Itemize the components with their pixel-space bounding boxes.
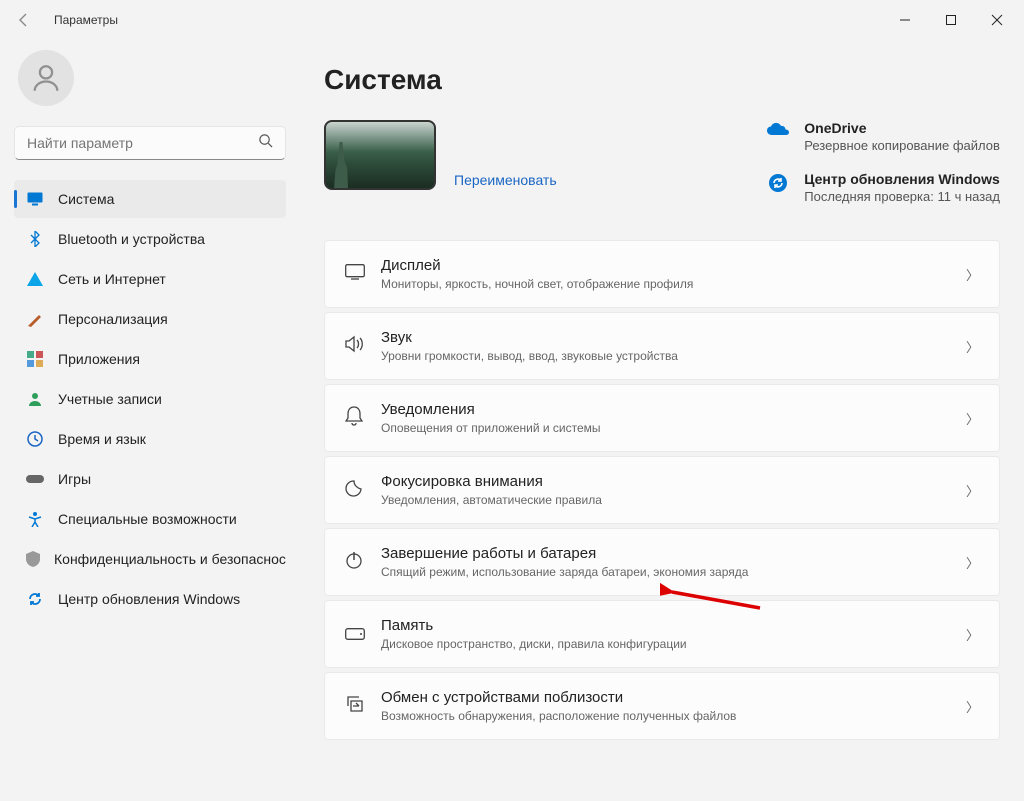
update-title: Центр обновления Windows xyxy=(804,171,1000,187)
sidebar-item-label: Сеть и Интернет xyxy=(58,271,166,287)
sidebar-item-accounts[interactable]: Учетные записи xyxy=(14,380,286,418)
sidebar-item-bluetooth[interactable]: Bluetooth и устройства xyxy=(14,220,286,258)
onedrive-status[interactable]: OneDrive Резервное копирование файлов xyxy=(766,120,1000,153)
card-sub: Спящий режим, использование заряда батар… xyxy=(381,565,966,579)
sound-icon xyxy=(345,335,381,358)
back-button[interactable] xyxy=(4,0,44,40)
card-sub: Возможность обнаружения, расположение по… xyxy=(381,709,966,723)
sidebar-item-label: Игры xyxy=(58,471,91,487)
onedrive-title: OneDrive xyxy=(804,120,1000,136)
maximize-icon xyxy=(945,14,957,26)
search-icon xyxy=(258,133,273,153)
card-focus[interactable]: Фокусировка внимания Уведомления, автомат… xyxy=(324,456,1000,524)
games-icon xyxy=(26,470,44,488)
card-sub: Дисковое пространство, диски, правила ко… xyxy=(381,637,966,651)
sidebar-item-apps[interactable]: Приложения xyxy=(14,340,286,378)
windows-update-icon xyxy=(766,171,790,204)
accounts-icon xyxy=(26,390,44,408)
sidebar-item-accessibility[interactable]: Специальные возможности xyxy=(14,500,286,538)
card-title: Завершение работы и батарея xyxy=(381,545,966,562)
search-box[interactable] xyxy=(14,126,286,160)
card-title: Память xyxy=(381,617,966,634)
user-profile[interactable] xyxy=(14,44,286,126)
update-sub: Последняя проверка: 11 ч назад xyxy=(804,189,1000,204)
sidebar-item-label: Система xyxy=(58,191,114,207)
sidebar-item-label: Учетные записи xyxy=(58,391,162,407)
window-title: Параметры xyxy=(54,13,118,27)
card-sub: Мониторы, яркость, ночной свет, отображе… xyxy=(381,277,966,291)
chevron-right-icon: 〉 xyxy=(966,337,979,356)
bluetooth-icon xyxy=(26,230,44,248)
card-title: Фокусировка внимания xyxy=(381,473,966,490)
sidebar-item-label: Персонализация xyxy=(58,311,168,327)
onedrive-sub: Резервное копирование файлов xyxy=(804,138,1000,153)
person-icon xyxy=(29,61,63,95)
network-icon xyxy=(26,270,44,288)
device-block: Переименовать xyxy=(324,120,557,190)
personalization-icon xyxy=(26,310,44,328)
close-icon xyxy=(991,14,1003,26)
chevron-right-icon: 〉 xyxy=(966,553,979,572)
chevron-right-icon: 〉 xyxy=(966,481,979,500)
sidebar-item-personalization[interactable]: Персонализация xyxy=(14,300,286,338)
onedrive-icon xyxy=(766,120,790,153)
card-sub: Уведомления, автоматические правила xyxy=(381,493,966,507)
sidebar-item-network[interactable]: Сеть и Интернет xyxy=(14,260,286,298)
sidebar-item-label: Bluetooth и устройства xyxy=(58,231,205,247)
card-notifications[interactable]: Уведомления Оповещения от приложений и си… xyxy=(324,384,1000,452)
search-input[interactable] xyxy=(27,135,258,151)
sidebar-item-update[interactable]: Центр обновления Windows xyxy=(14,580,286,618)
power-icon xyxy=(345,551,381,574)
focus-icon xyxy=(345,479,381,502)
sidebar-item-privacy[interactable]: Конфиденциальность и безопасность xyxy=(14,540,286,578)
card-nearby[interactable]: Обмен с устройствами поблизости Возможнос… xyxy=(324,672,1000,740)
nearby-icon xyxy=(345,695,381,718)
display-icon xyxy=(345,264,381,285)
card-title: Уведомления xyxy=(381,401,966,418)
arrow-left-icon xyxy=(16,12,32,28)
card-title: Звук xyxy=(381,329,966,346)
apps-icon xyxy=(26,350,44,368)
wallpaper-thumb[interactable] xyxy=(324,120,436,190)
sidebar-item-label: Конфиденциальность и безопасность xyxy=(54,551,286,567)
system-icon xyxy=(26,190,44,208)
card-storage[interactable]: Память Дисковое пространство, диски, прав… xyxy=(324,600,1000,668)
chevron-right-icon: 〉 xyxy=(966,625,979,644)
minimize-icon xyxy=(899,14,911,26)
avatar xyxy=(18,50,74,106)
card-display[interactable]: Дисплей Мониторы, яркость, ночной свет, о… xyxy=(324,240,1000,308)
sidebar-item-games[interactable]: Игры xyxy=(14,460,286,498)
sidebar-item-system[interactable]: Система xyxy=(14,180,286,218)
card-sub: Оповещения от приложений и системы xyxy=(381,421,966,435)
sidebar-item-label: Центр обновления Windows xyxy=(58,591,240,607)
privacy-icon xyxy=(26,550,40,568)
card-title: Обмен с устройствами поблизости xyxy=(381,689,966,706)
storage-icon xyxy=(345,624,381,645)
rename-link[interactable]: Переименовать xyxy=(454,172,557,188)
card-sound[interactable]: Звук Уровни громкости, вывод, ввод, звуко… xyxy=(324,312,1000,380)
card-power[interactable]: Завершение работы и батарея Спящий режим,… xyxy=(324,528,1000,596)
windows-update-status[interactable]: Центр обновления Windows Последняя провер… xyxy=(766,171,1000,204)
minimize-button[interactable] xyxy=(882,0,928,40)
time-icon xyxy=(26,430,44,448)
sidebar-item-time[interactable]: Время и язык xyxy=(14,420,286,458)
sidebar-item-label: Время и язык xyxy=(58,431,146,447)
update-icon xyxy=(26,590,44,608)
sidebar-item-label: Специальные возможности xyxy=(58,511,237,527)
chevron-right-icon: 〉 xyxy=(966,265,979,284)
page-title: Система xyxy=(324,64,1000,96)
close-button[interactable] xyxy=(974,0,1020,40)
card-sub: Уровни громкости, вывод, ввод, звуковые … xyxy=(381,349,966,363)
maximize-button[interactable] xyxy=(928,0,974,40)
chevron-right-icon: 〉 xyxy=(966,697,979,716)
card-title: Дисплей xyxy=(381,257,966,274)
sidebar-item-label: Приложения xyxy=(58,351,140,367)
chevron-right-icon: 〉 xyxy=(966,409,979,428)
notifications-icon xyxy=(345,406,381,431)
accessibility-icon xyxy=(26,510,44,528)
